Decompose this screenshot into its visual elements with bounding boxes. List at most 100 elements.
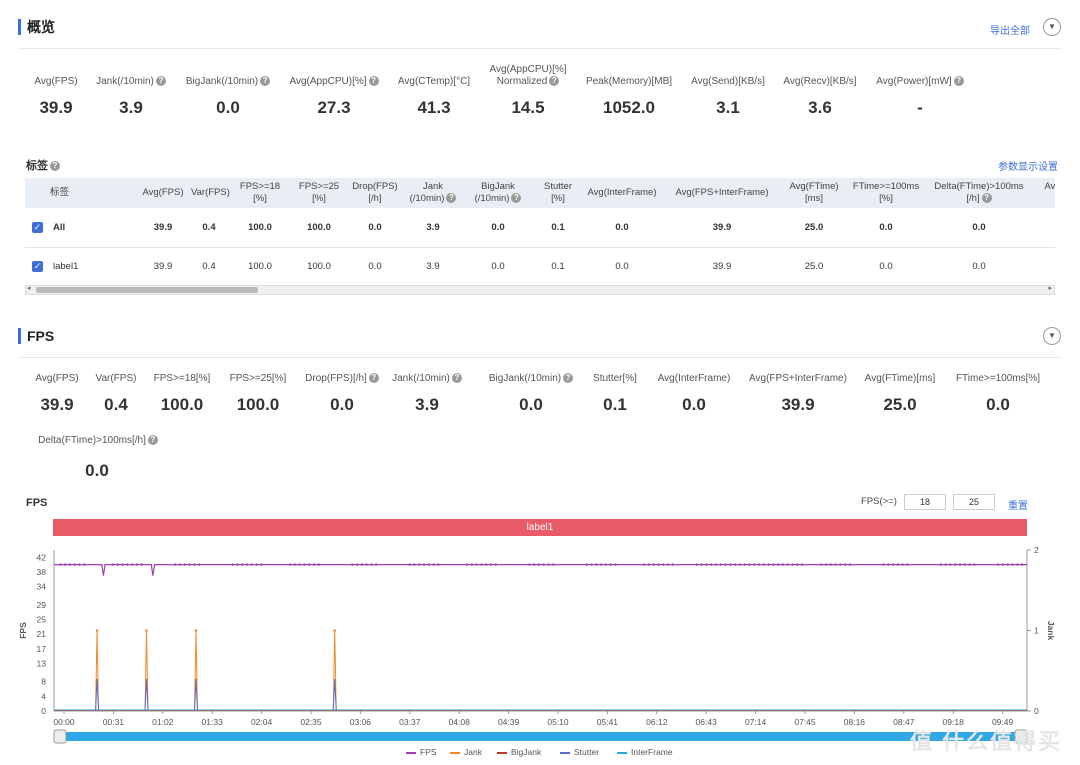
help-icon[interactable]: ? (260, 76, 271, 87)
legend-item[interactable]: Jank (450, 747, 482, 757)
column-header-line: Jank (422, 181, 444, 192)
help-icon[interactable]: ? (50, 161, 60, 172)
fps-point (255, 563, 258, 566)
column-header: FPS>=25 [%] (291, 178, 347, 208)
row-label-cell: ✓ label1 (25, 247, 137, 287)
fps-point (1006, 563, 1010, 566)
export-all-link[interactable]: 导出全部 (990, 22, 1030, 37)
help-icon[interactable]: ? (953, 76, 964, 87)
fps-point (796, 563, 799, 566)
y2-axis-label: Jank (1046, 621, 1056, 641)
y-tick-label: 17 (37, 644, 47, 654)
fps-point (413, 563, 416, 566)
table-cell: 3.9 (403, 208, 463, 248)
param-settings-link[interactable]: 参数显示设置 (998, 158, 1058, 173)
fps-point (709, 563, 713, 566)
scroll-left-icon[interactable]: ◂ (27, 284, 31, 292)
help-icon[interactable]: ? (981, 193, 992, 204)
row-name: label1 (53, 261, 79, 272)
table-row[interactable]: ✓ label1 39.9 0.4 100.0 100.0 0.0 3.9 0.0 0.1 0.0 3… (25, 247, 1055, 287)
x-tick-label: 08:16 (844, 717, 866, 727)
chevron-down-icon[interactable]: ▼ (1043, 327, 1061, 345)
fps-point (437, 563, 440, 566)
y2-tick-label: 1 (1034, 626, 1039, 636)
legend-item[interactable]: FPS (406, 747, 437, 757)
legend-item[interactable]: InterFrame (617, 747, 673, 757)
legend-item[interactable]: BigJank (497, 747, 541, 757)
reset-link[interactable]: 重置 (1008, 497, 1028, 512)
fps-point (288, 563, 292, 566)
fps-point (116, 563, 120, 566)
fps-point (241, 563, 244, 566)
column-header-line: (/10min)? (465, 193, 531, 205)
column-header-line: [/h] (368, 193, 382, 204)
fps-point (753, 563, 756, 566)
column-header: FTime>=100ms [%] (845, 178, 927, 208)
x-tick-label: 04:39 (498, 717, 520, 727)
fps-point (781, 563, 785, 566)
table-cell: 100.0 (291, 247, 347, 287)
fps-point (542, 563, 545, 566)
fps-point (355, 563, 359, 566)
fps-point (317, 563, 320, 566)
table-cell: 0.0 (845, 208, 927, 248)
legend-marker (450, 751, 460, 754)
checkbox[interactable]: ✓ (32, 221, 43, 233)
fps-point (293, 563, 297, 566)
y-tick-label: 34 (37, 582, 47, 592)
fps-point (308, 563, 311, 566)
stat-label: BigJank(/10min)? (168, 76, 288, 88)
help-icon[interactable]: ? (451, 373, 462, 384)
fps-point (614, 563, 617, 566)
y-tick-label: 25 (37, 615, 47, 625)
y2-tick-label: 2 (1034, 545, 1039, 555)
scrollbar-thumb[interactable] (36, 287, 258, 293)
stat-value: 0.0 (85, 461, 109, 480)
fps-point (786, 563, 789, 566)
fps-point (590, 563, 593, 566)
column-header-line: 标签 (50, 187, 70, 198)
help-icon[interactable]: ? (155, 76, 166, 87)
fps-point (595, 563, 598, 566)
fps-point (834, 563, 837, 566)
section-accent-bar (18, 328, 21, 344)
fps-point (370, 563, 373, 566)
scroll-right-icon[interactable]: ▸ (1048, 284, 1052, 292)
legend-marker (497, 751, 507, 754)
fps-point (178, 563, 182, 566)
stat-2: BigJank(/10min)? 0.0 (168, 76, 288, 118)
column-header: Avg(FPS) (137, 178, 189, 208)
column-header-line: Stutter (544, 181, 572, 192)
table-cell: 100.0 (291, 208, 347, 248)
fps-point (130, 563, 134, 566)
stat-label: Delta(FTime)>100ms[/h]? (38, 435, 158, 447)
overview-header: 概览 (18, 17, 55, 37)
table-cell: 0.0 (347, 247, 403, 287)
legend-item[interactable]: Stutter (560, 747, 599, 757)
fps-point (657, 563, 660, 566)
threshold-low-input[interactable]: 18 (904, 494, 946, 510)
help-icon[interactable]: ? (446, 193, 457, 204)
column-header: Avg(...[ (1031, 178, 1055, 208)
fps-point (193, 563, 196, 566)
help-icon[interactable]: ? (511, 193, 522, 204)
help-icon[interactable]: ? (147, 435, 158, 446)
y-tick-label: 0 (41, 706, 46, 716)
fps-point (83, 563, 86, 566)
stat-label-line: BigJank(/10min)? (168, 76, 288, 88)
fps-point (63, 563, 67, 566)
labels-table: 标签 Avg(FPS) Var(FPS) FPS>=18 [%] FPS>=25 [%] Dr… (25, 178, 1055, 298)
fps-point (494, 563, 498, 566)
table-cell: 100.0 (229, 208, 291, 248)
fps-point (351, 563, 354, 566)
help-icon[interactable]: ? (549, 76, 560, 87)
table-row[interactable]: ✓ All 39.9 0.4 100.0 100.0 0.0 3.9 0.0 0.1 0.0 39.9… (25, 208, 1055, 248)
chevron-down-icon[interactable]: ▼ (1043, 18, 1061, 36)
threshold-high-input[interactable]: 25 (953, 494, 995, 510)
fps-point (647, 563, 651, 566)
horizontal-scrollbar[interactable]: ◂ ▸ (25, 285, 1055, 295)
y-tick-label: 13 (37, 658, 47, 668)
fps-point (642, 563, 646, 566)
checkbox[interactable]: ✓ (32, 261, 43, 272)
fps-point (73, 563, 76, 566)
